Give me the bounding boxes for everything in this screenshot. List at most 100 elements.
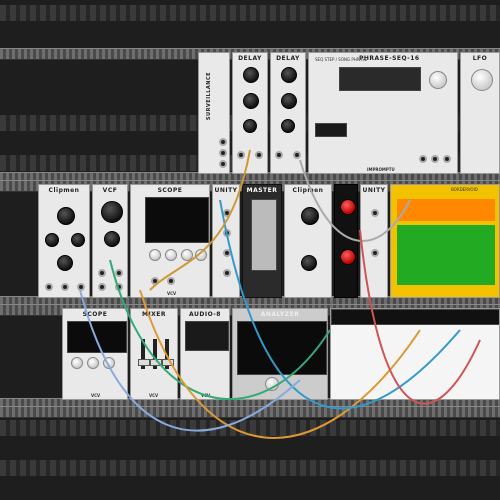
jack[interactable] (419, 155, 427, 163)
phrase-display (315, 123, 347, 137)
x-scale-knob[interactable] (149, 249, 161, 261)
seq-knob[interactable] (429, 71, 447, 89)
jack[interactable] (237, 151, 245, 159)
res-knob[interactable] (104, 231, 120, 247)
brand-label: VCV (91, 393, 101, 398)
module-title: PHRASE-SEQ-16 (359, 55, 420, 62)
surveillance-module[interactable]: SURVEILLANCE (198, 52, 230, 174)
module-title: MASTER (246, 187, 278, 194)
y-scale-knob[interactable] (165, 249, 177, 261)
y-scale-knob[interactable] (87, 357, 99, 369)
brand-label: VCV (167, 291, 177, 296)
module-title: ANALYZER (260, 311, 300, 318)
vcf-module[interactable]: VCF (92, 184, 128, 298)
module-title: LFO (472, 55, 488, 62)
module-title: SCOPE (157, 187, 183, 194)
module-title: UNITY (362, 187, 386, 194)
phrase-seq-16-module[interactable]: PHRASE-SEQ-16 SEQ STEP / SONG PHRASE IMP… (308, 52, 458, 174)
jack[interactable] (115, 269, 123, 277)
analyzer-module[interactable]: ANALYZER (232, 308, 328, 400)
time-knob[interactable] (281, 67, 297, 83)
time-knob[interactable] (181, 249, 193, 261)
delay-module-2[interactable]: DELAY (270, 52, 306, 174)
module-title: UNITY (214, 187, 238, 194)
jack[interactable] (293, 151, 301, 159)
mixer-module[interactable]: MIXER VCV (130, 308, 178, 400)
jack[interactable] (275, 151, 283, 159)
scope-module-2[interactable]: SCOPE VCV (62, 308, 128, 400)
step-display (339, 67, 421, 91)
module-title: MIXER (141, 311, 167, 318)
res-knob[interactable] (45, 233, 59, 247)
fader-1[interactable] (138, 339, 150, 369)
time-knob[interactable] (243, 67, 259, 83)
jack[interactable] (151, 277, 159, 285)
master-recorder-module[interactable]: MASTER (242, 184, 282, 298)
jack[interactable] (115, 283, 123, 291)
jack[interactable] (443, 155, 451, 163)
mix-knob[interactable] (57, 255, 73, 271)
rack-slot (0, 420, 500, 436)
freq-knob[interactable] (301, 207, 319, 225)
grid-body (397, 225, 495, 285)
unity-module-2[interactable]: UNITY (360, 184, 388, 298)
feedback-knob[interactable] (281, 93, 297, 109)
jack[interactable] (45, 283, 53, 291)
module-title: BORDERVOID (451, 187, 478, 192)
mix-knob[interactable] (301, 255, 317, 271)
clipper-module-1[interactable]: Clipmen (38, 184, 90, 298)
lfo-module[interactable]: LFO (460, 52, 500, 174)
jack[interactable] (223, 209, 231, 217)
rack-slot (0, 5, 500, 21)
jack[interactable] (371, 249, 379, 257)
brand-label: VCV (201, 393, 211, 398)
jack[interactable] (219, 160, 227, 168)
x-scale-knob[interactable] (71, 357, 83, 369)
audio-module[interactable]: AUDIO-8 VCV (180, 308, 230, 400)
delay-module-1[interactable]: DELAY (232, 52, 268, 174)
matrix-module[interactable] (330, 308, 500, 400)
rack-slot (0, 460, 500, 476)
jack[interactable] (223, 249, 231, 257)
decay-knob[interactable] (265, 377, 279, 391)
jack[interactable] (219, 149, 227, 157)
clipper-module-2[interactable]: Clipmen (284, 184, 332, 298)
jack[interactable] (77, 283, 85, 291)
jack[interactable] (255, 151, 263, 159)
spectrum-display (237, 321, 327, 375)
jack[interactable] (61, 283, 69, 291)
jack[interactable] (371, 209, 379, 217)
freq-knob[interactable] (57, 207, 75, 225)
feedback-knob[interactable] (243, 93, 259, 109)
tone-knob[interactable] (243, 119, 257, 133)
jack[interactable] (98, 283, 106, 291)
unity-module-1[interactable]: UNITY (212, 184, 240, 298)
jack[interactable] (167, 277, 175, 285)
freq-knob[interactable] (471, 69, 493, 91)
time-knob[interactable] (103, 357, 115, 369)
scope-display (145, 197, 209, 243)
jack[interactable] (98, 269, 106, 277)
drive-knob[interactable] (71, 233, 85, 247)
jack[interactable] (219, 138, 227, 146)
trig-knob[interactable] (195, 249, 207, 261)
module-title: VCF (102, 187, 118, 194)
jack[interactable] (431, 155, 439, 163)
decay-knob[interactable] (340, 249, 356, 265)
module-title: SURVEILLANCE (206, 71, 212, 121)
freq-knob[interactable] (101, 201, 123, 223)
brand-label: VCV (149, 393, 159, 398)
audio-display (185, 321, 229, 351)
jack[interactable] (223, 269, 231, 277)
bordervoid-grid-module[interactable]: BORDERVOID (390, 184, 500, 298)
module-subtitle: SEQ STEP / SONG PHRASE (315, 57, 368, 62)
scope-module-1[interactable]: SCOPE VCV (130, 184, 210, 298)
fader-3[interactable] (162, 339, 174, 369)
brand-label: IMPROMPTU (367, 167, 395, 172)
tone-knob[interactable] (281, 119, 295, 133)
fader-2[interactable] (150, 339, 162, 369)
module-title: Clipmen (292, 187, 324, 194)
attack-knob[interactable] (340, 199, 356, 215)
jack[interactable] (223, 229, 231, 237)
adsr-module[interactable] (334, 184, 358, 298)
